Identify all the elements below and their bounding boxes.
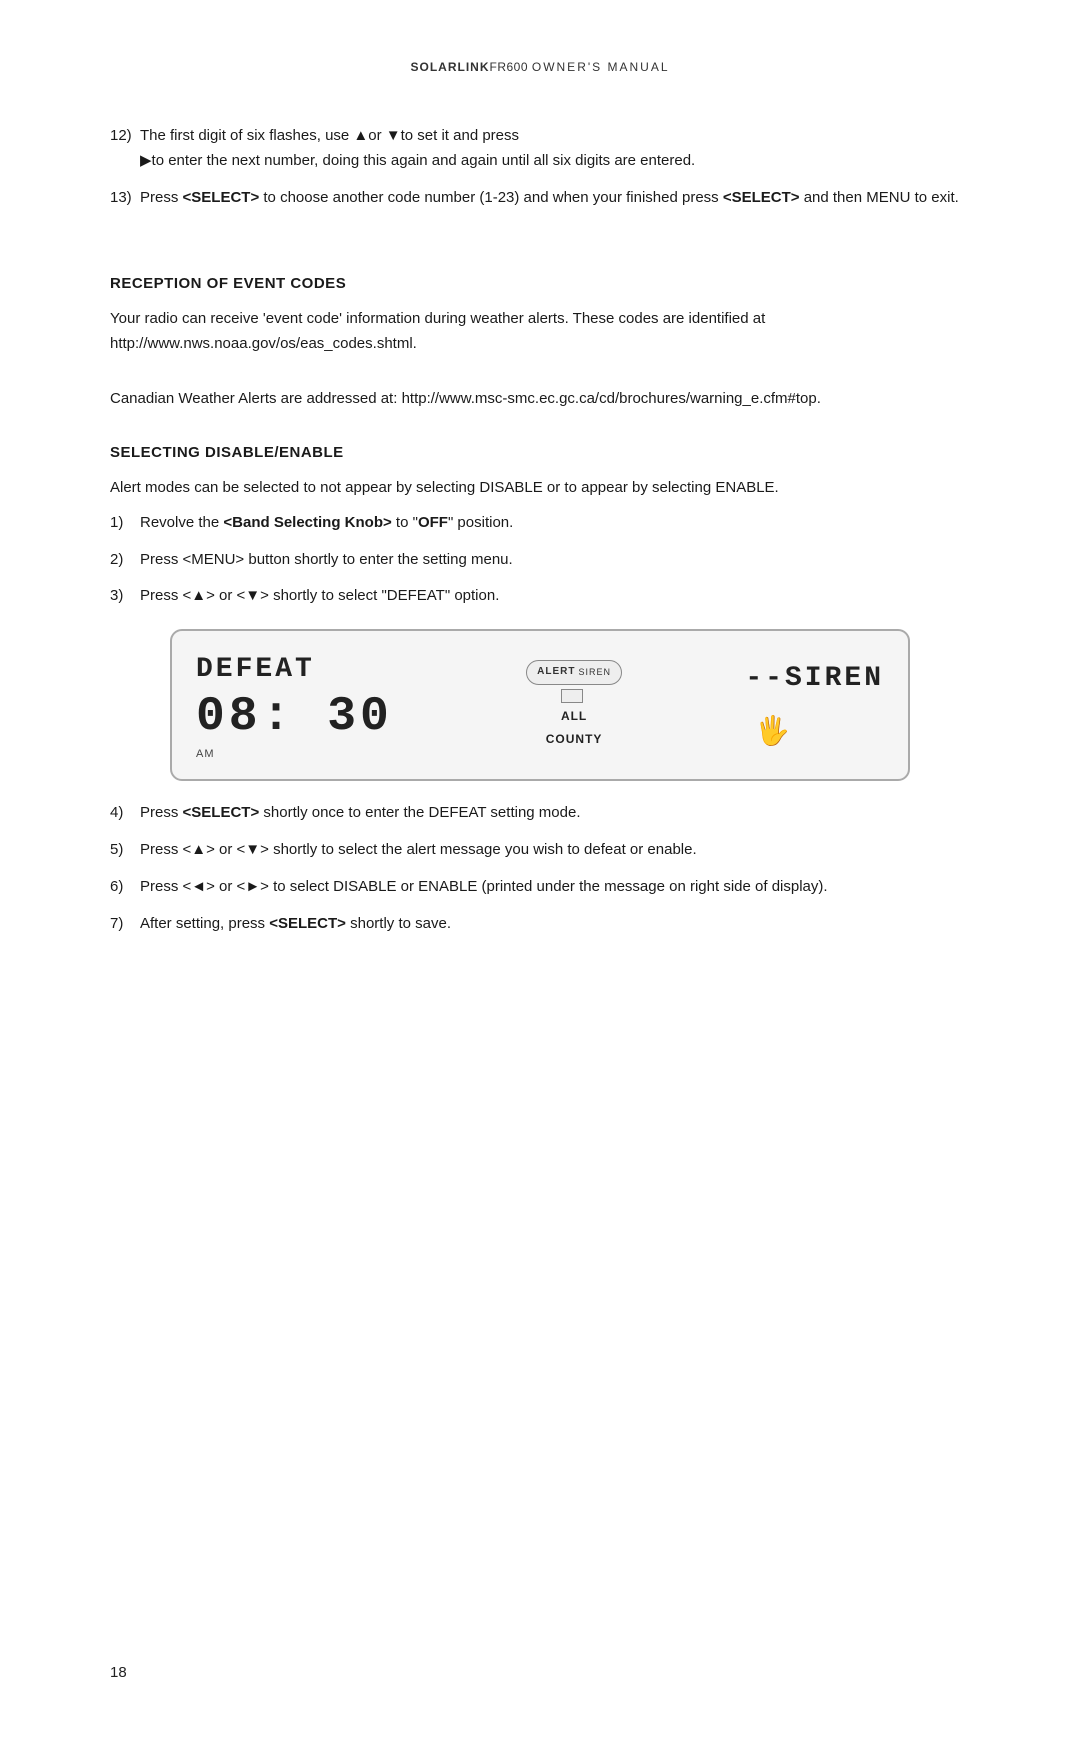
step-4: 4) Press <SELECT> shortly once to enter … <box>110 801 970 826</box>
step-12-number: 12) <box>110 124 140 174</box>
reception-body1: Your radio can receive 'event code' info… <box>110 307 970 357</box>
display-right-section: --SIREN 🖐 <box>745 656 884 754</box>
alert-label: ALERT <box>537 664 575 681</box>
disable-step-3-number: 3) <box>110 584 140 609</box>
page-header: SOLARLINKFR600 OWNER'S MANUAL <box>110 60 970 74</box>
step-4-text: Press <SELECT> shortly once to enter the… <box>140 801 581 826</box>
display-am-label: AM <box>196 745 393 763</box>
step-7-number: 7) <box>110 912 140 937</box>
or-text: or <box>219 878 232 895</box>
page-content: 12) The first digit of six flashes, use … <box>110 124 970 936</box>
step-13-number: 13) <box>110 186 140 211</box>
display-left-section: DEFEAT 08: 30 AM <box>196 647 393 763</box>
step-12-continuation: ▶to enter the next number, doing this ag… <box>140 149 695 174</box>
reception-heading: RECEPTION OF EVENT CODES <box>110 272 970 297</box>
page: SOLARLINKFR600 OWNER'S MANUAL 12) The fi… <box>0 0 1080 1741</box>
siren-small-label: SIREN <box>579 665 612 680</box>
step-7-text: After setting, press <SELECT> shortly to… <box>140 912 451 937</box>
step-4-number: 4) <box>110 801 140 826</box>
disable-step-3-text: Press <▲> or <▼> shortly to select "DEFE… <box>140 584 499 609</box>
step-13: 13) Press <SELECT> to choose another cod… <box>110 186 970 211</box>
display-middle-section: ALERT SIREN ALL COUNTY <box>526 660 622 750</box>
step-6-text: Press <◄> or <►> to select DISABLE or EN… <box>140 875 828 900</box>
model-name: FR600 <box>489 60 528 74</box>
display-alert-button: ALERT SIREN <box>526 660 622 685</box>
disable-heading: SELECTING DISABLE/ENABLE <box>110 441 970 466</box>
step-5: 5) Press <▲> or <▼> shortly to select th… <box>110 838 970 863</box>
display-panel: DEFEAT 08: 30 AM ALERT SIREN ALL COUNTY … <box>170 629 910 781</box>
step-13-text: Press <SELECT> to choose another code nu… <box>140 186 959 211</box>
disable-step-1: 1) Revolve the <Band Selecting Knob> to … <box>110 511 970 536</box>
disable-step-2: 2) Press <MENU> button shortly to enter … <box>110 548 970 573</box>
doc-type: OWNER'S MANUAL <box>532 60 670 74</box>
brand-name: SOLARLINK <box>410 60 489 74</box>
page-number: 18 <box>110 1664 127 1681</box>
disable-step-3: 3) Press <▲> or <▼> shortly to select "D… <box>110 584 970 609</box>
display-county-label: COUNTY <box>546 730 603 750</box>
display-all-label: ALL <box>561 707 587 727</box>
disable-step-2-number: 2) <box>110 548 140 573</box>
display-checkbox <box>561 689 583 703</box>
step-12-text: The first digit of six flashes, use ▲or … <box>140 124 695 149</box>
disable-step-1-text: Revolve the <Band Selecting Knob> to "OF… <box>140 511 513 536</box>
hand-icon: 🖐 <box>755 708 790 754</box>
step-5-text: Press <▲> or <▼> shortly to select the a… <box>140 838 697 863</box>
step-5-number: 5) <box>110 838 140 863</box>
display-time: 08: 30 <box>196 693 393 741</box>
disable-body: Alert modes can be selected to not appea… <box>110 476 970 501</box>
step-12: 12) The first digit of six flashes, use … <box>110 124 970 174</box>
display-siren-label: --SIREN <box>745 656 884 702</box>
step-6-number: 6) <box>110 875 140 900</box>
disable-step-1-number: 1) <box>110 511 140 536</box>
display-defeat-label: DEFEAT <box>196 647 393 693</box>
step-6: 6) Press <◄> or <►> to select DISABLE or… <box>110 875 970 900</box>
disable-step-2-text: Press <MENU> button shortly to enter the… <box>140 548 513 573</box>
reception-body2: Canadian Weather Alerts are addressed at… <box>110 387 970 412</box>
step-7: 7) After setting, press <SELECT> shortly… <box>110 912 970 937</box>
